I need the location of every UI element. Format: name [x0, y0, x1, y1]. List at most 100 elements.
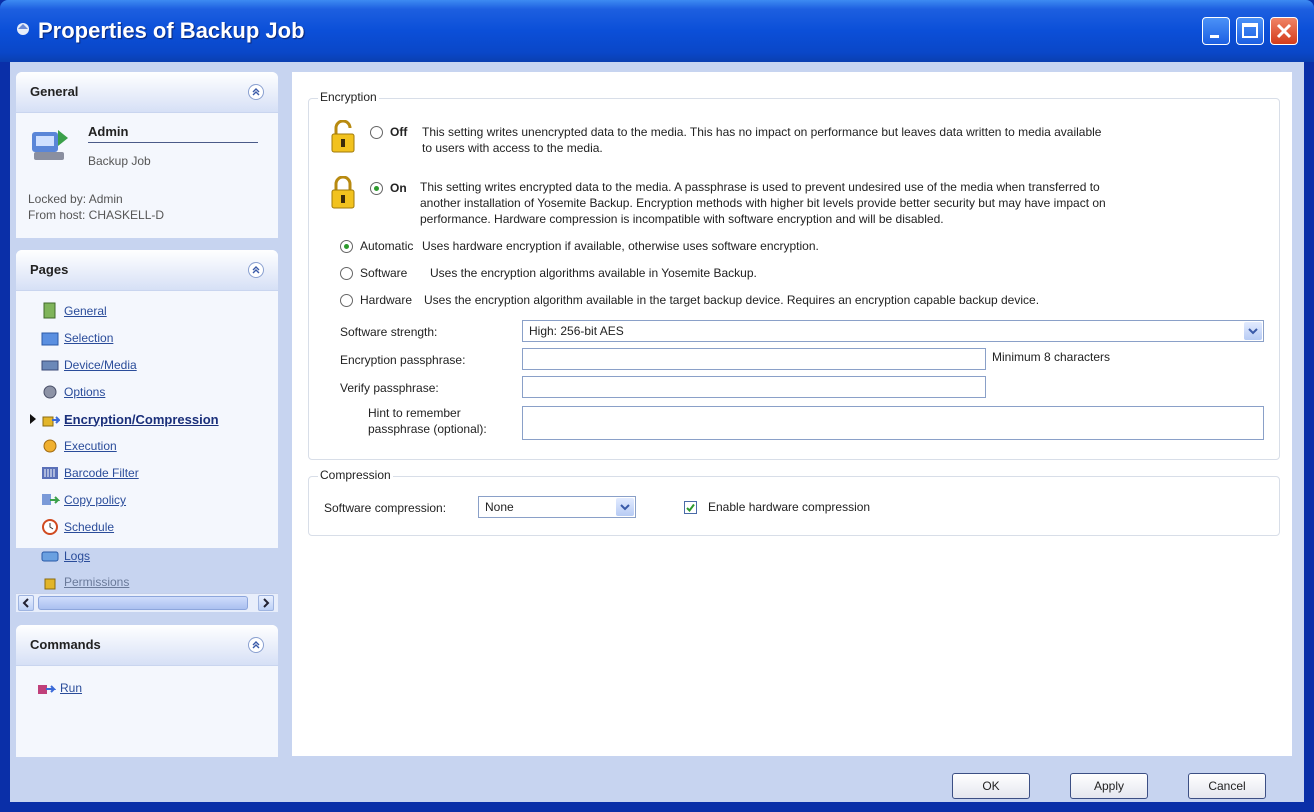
- page-item-label: Permissions: [64, 575, 130, 589]
- collapse-general-icon[interactable]: [248, 84, 264, 100]
- title-bar[interactable]: Properties of Backup Job: [0, 0, 1314, 62]
- active-page-arrow-icon: [30, 414, 36, 424]
- software-compression-select[interactable]: None: [478, 496, 636, 518]
- page-item-label: General: [64, 304, 107, 318]
- scroll-thumb[interactable]: [38, 596, 248, 610]
- page-item-label: Execution: [64, 439, 117, 453]
- collapse-pages-icon[interactable]: [248, 262, 264, 278]
- job-name: Admin: [88, 124, 129, 139]
- run-icon: [36, 679, 57, 697]
- from-host-text: From host: CHASKELL-D: [28, 208, 165, 222]
- page-item-label: Schedule: [64, 520, 115, 534]
- unlocked-padlock-icon: [330, 119, 356, 154]
- software-label: Software: [360, 266, 408, 280]
- encryption-on-desc-line2: another installation of Yosemite Backup.…: [420, 196, 1106, 210]
- properties-window: Properties of Backup Job General Admin B…: [0, 0, 1314, 812]
- main-content: Encryption Off This setting writes unenc…: [292, 72, 1292, 756]
- hint-label-line1: Hint to remember: [368, 406, 461, 420]
- logs-icon: [40, 547, 60, 565]
- software-radio[interactable]: [340, 267, 353, 280]
- passphrase-hint-input[interactable]: [522, 406, 1264, 440]
- page-item-label: Barcode Filter: [64, 466, 139, 480]
- page-item-label: Device/Media: [64, 358, 137, 372]
- software-desc: Uses the encryption algorithms available…: [430, 266, 757, 280]
- encryption-off-label: Off: [390, 125, 408, 139]
- backup-job-icon: [14, 20, 32, 38]
- apply-button[interactable]: Apply: [1070, 773, 1148, 799]
- chevron-down-icon[interactable]: [616, 498, 634, 516]
- scroll-left-icon[interactable]: [18, 595, 34, 611]
- software-strength-label: Software strength:: [340, 325, 438, 339]
- page-item-label: Selection: [64, 331, 114, 345]
- folder-icon: [40, 329, 60, 347]
- locked-by-text: Locked by: Admin: [28, 192, 123, 206]
- pages-panel: Pages General Selection Device/Media Opt…: [16, 250, 278, 548]
- page-item-label: Copy policy: [64, 493, 127, 507]
- maximize-button[interactable]: [1236, 17, 1264, 45]
- run-label: Run: [60, 681, 83, 695]
- cancel-button[interactable]: Cancel: [1188, 773, 1266, 799]
- pages-panel-header[interactable]: Pages: [16, 250, 278, 291]
- scroll-right-icon[interactable]: [258, 595, 274, 611]
- encryption-passphrase-input[interactable]: [522, 348, 986, 370]
- software-compression-value: None: [485, 500, 514, 514]
- chevron-down-icon[interactable]: [1244, 322, 1262, 340]
- encryption-on-radio[interactable]: [370, 182, 383, 195]
- run-command[interactable]: Run: [36, 677, 82, 699]
- encryption-icon: [40, 410, 62, 428]
- barcode-icon: [40, 464, 60, 482]
- page-item-general[interactable]: General: [40, 300, 107, 322]
- commands-panel: Commands Run: [16, 625, 278, 757]
- hardware-desc: Uses the encryption algorithm available …: [424, 293, 1040, 307]
- commands-panel-header[interactable]: Commands: [16, 625, 278, 666]
- hint-label-line2: passphrase (optional):: [368, 422, 487, 436]
- options-icon: [40, 383, 60, 401]
- page-item-label: Logs: [64, 549, 91, 563]
- software-strength-select[interactable]: High: 256-bit AES: [522, 320, 1264, 342]
- locked-padlock-icon: [330, 175, 356, 210]
- page-item-options[interactable]: Options: [40, 381, 105, 403]
- page-item-barcode-filter[interactable]: Barcode Filter: [40, 462, 139, 484]
- passphrase-requirement-hint: Minimum 8 characters: [992, 350, 1111, 364]
- minimize-button[interactable]: [1202, 17, 1230, 45]
- hardware-radio[interactable]: [340, 294, 353, 307]
- device-icon: [40, 356, 60, 374]
- encryption-off-desc-line1: This setting writes unencrypted data to …: [422, 125, 1102, 139]
- page-item-selection[interactable]: Selection: [40, 327, 113, 349]
- general-panel-header[interactable]: General: [16, 72, 278, 113]
- page-item-label: Encryption/Compression: [64, 411, 219, 427]
- page-item-schedule[interactable]: Schedule: [40, 516, 114, 538]
- page-item-encryption-compression[interactable]: Encryption/Compression: [40, 408, 219, 430]
- general-panel-title: General: [30, 84, 79, 99]
- software-strength-value: High: 256-bit AES: [529, 324, 624, 338]
- page-item-permissions[interactable]: Permissions: [40, 571, 129, 593]
- hardware-compression-checkbox[interactable]: [684, 501, 697, 514]
- encryption-on-label: On: [390, 181, 407, 195]
- verify-passphrase-input[interactable]: [522, 376, 986, 398]
- page-item-logs[interactable]: Logs: [40, 545, 90, 567]
- hardware-label: Hardware: [360, 293, 413, 307]
- encryption-on-desc-line3: performance. Hardware compression is inc…: [420, 212, 944, 226]
- execution-icon: [40, 437, 60, 455]
- backup-job-large-icon: [28, 124, 72, 164]
- window-title: Properties of Backup Job: [38, 18, 305, 43]
- encryption-group-label: Encryption: [318, 90, 379, 104]
- job-name-divider: [88, 142, 258, 143]
- copy-icon: [40, 491, 61, 509]
- page-item-label: Options: [64, 385, 106, 399]
- collapse-commands-icon[interactable]: [248, 637, 264, 653]
- page-item-execution[interactable]: Execution: [40, 435, 117, 457]
- close-button[interactable]: [1270, 17, 1298, 45]
- verify-passphrase-label: Verify passphrase:: [340, 381, 439, 395]
- automatic-label: Automatic: [360, 239, 414, 253]
- document-icon: [40, 302, 60, 320]
- page-item-copy-policy[interactable]: Copy policy: [40, 489, 126, 511]
- ok-button[interactable]: OK: [952, 773, 1030, 799]
- page-item-device-media[interactable]: Device/Media: [40, 354, 137, 376]
- automatic-radio[interactable]: [340, 240, 353, 253]
- software-compression-label: Software compression:: [324, 501, 447, 515]
- pages-horizontal-scrollbar[interactable]: [16, 593, 278, 612]
- job-type: Backup Job: [88, 154, 151, 168]
- encryption-off-radio[interactable]: [370, 126, 383, 139]
- general-panel: General Admin Backup Job Locked by: Admi…: [16, 72, 278, 238]
